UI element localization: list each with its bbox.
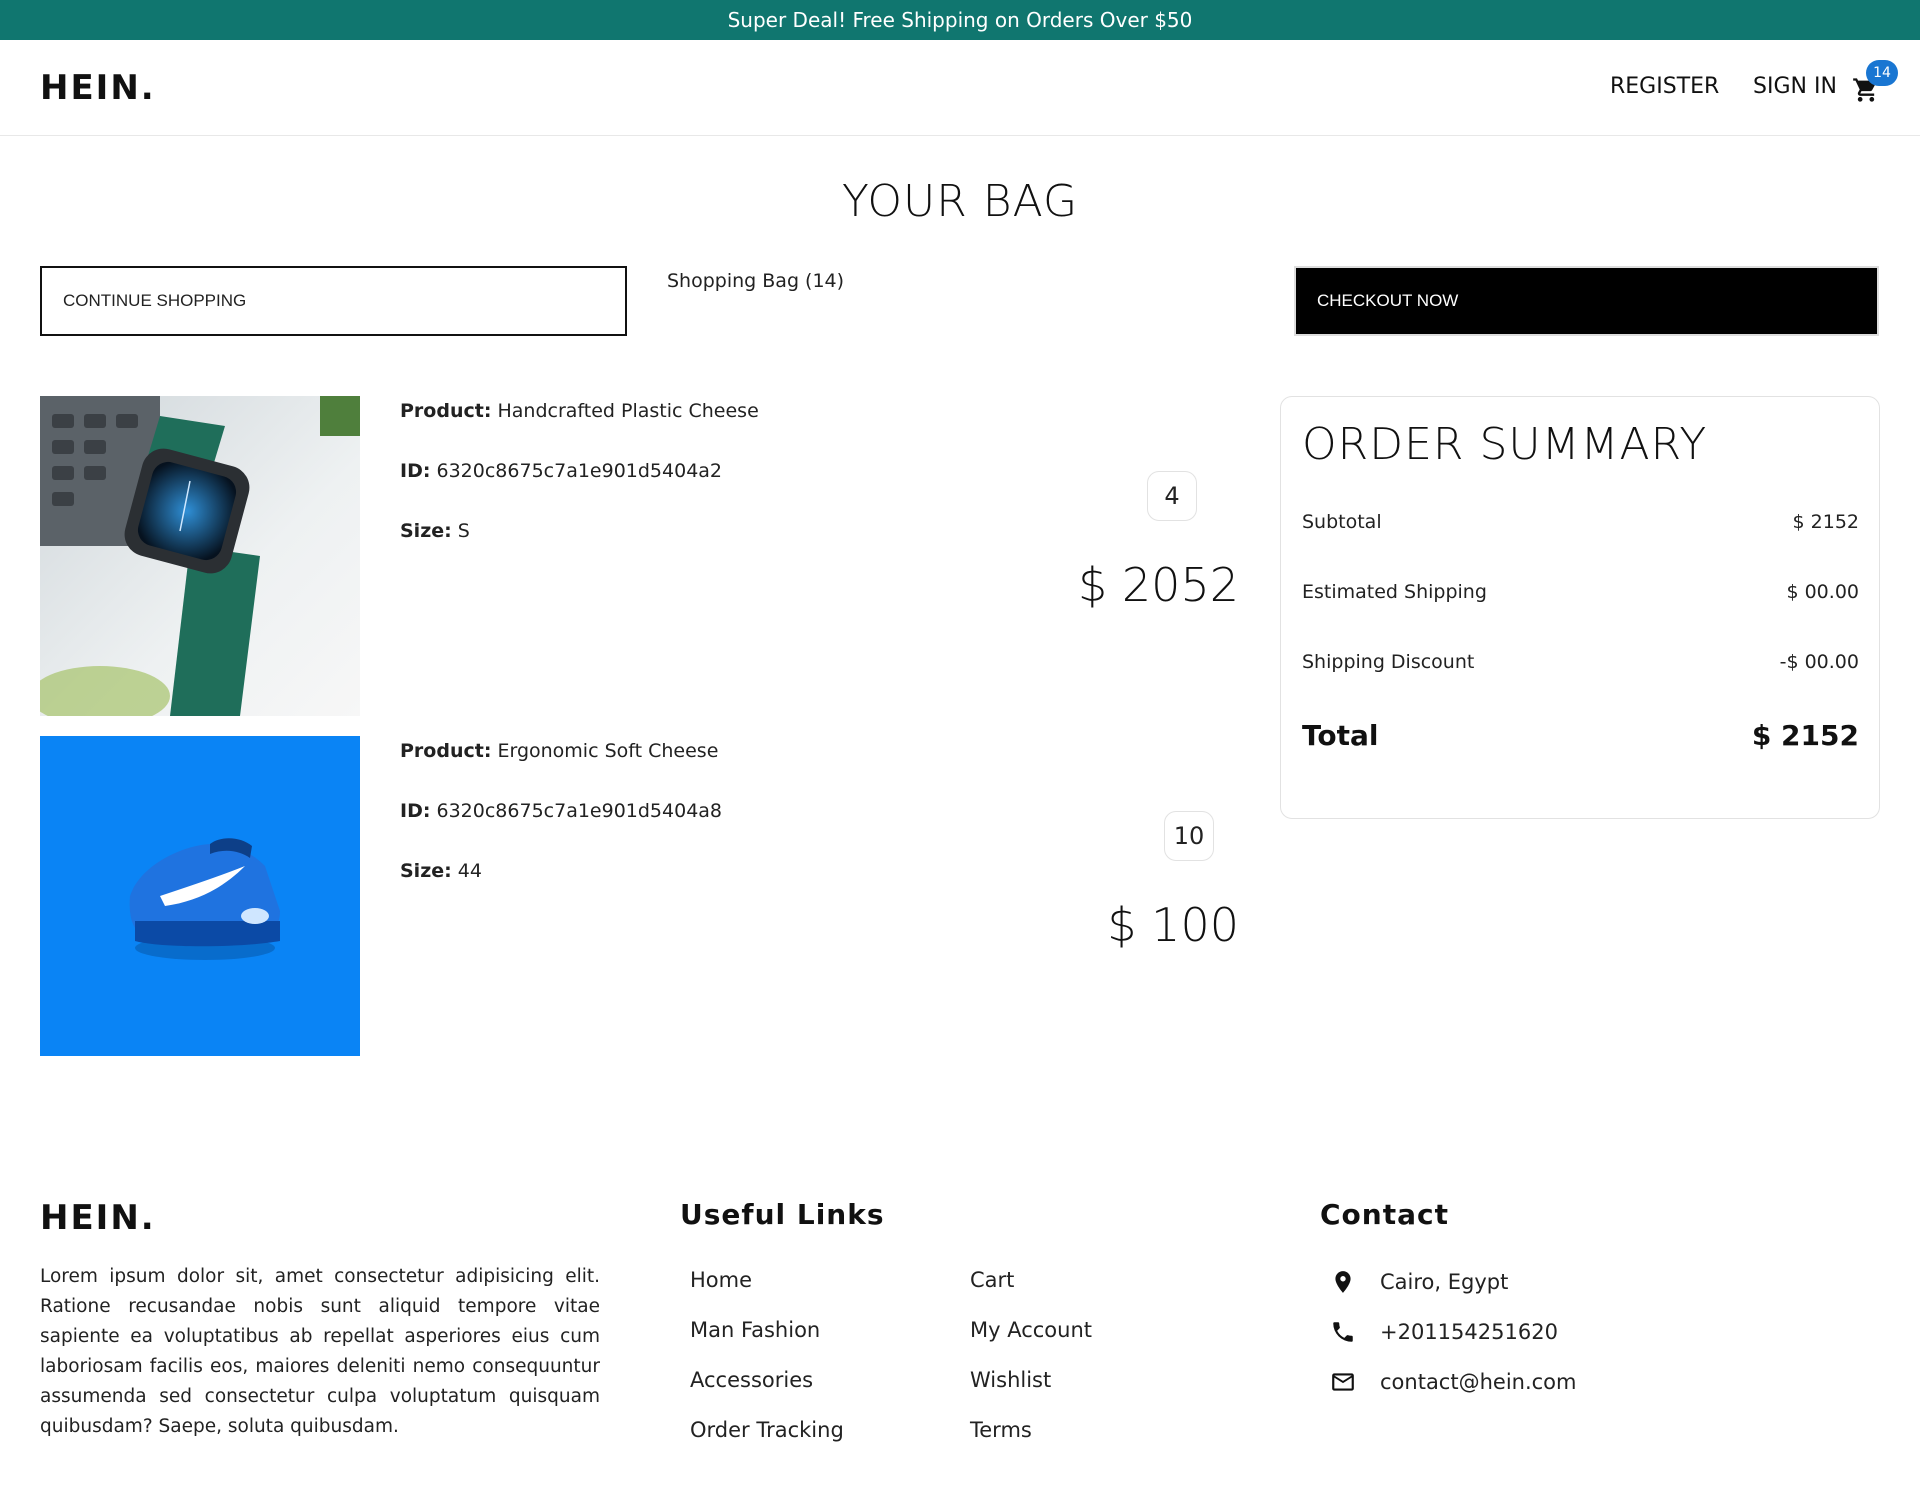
shipping-value: $ 00.00: [1786, 581, 1859, 603]
shopping-bag-count-link[interactable]: Shopping Bag (14): [667, 270, 844, 292]
contact-phone[interactable]: +201154251620: [1330, 1317, 1558, 1347]
register-link[interactable]: REGISTER: [1610, 74, 1719, 99]
summary-subtotal-row: Subtotal $ 2152: [1302, 511, 1859, 533]
product-name: Product: Ergonomic Soft Cheese: [400, 740, 719, 762]
footer-link-terms[interactable]: Terms: [970, 1418, 1032, 1442]
cart-button[interactable]: 14: [1852, 60, 1898, 104]
subtotal-value: $ 2152: [1792, 511, 1859, 533]
footer-link-home[interactable]: Home: [690, 1268, 752, 1292]
cart-item: Product: Ergonomic Soft Cheese ID: 6320c…: [40, 736, 1240, 1056]
quantity-display[interactable]: 4: [1147, 471, 1197, 521]
cart-count-badge: 14: [1866, 60, 1898, 86]
discount-label: Shipping Discount: [1302, 651, 1475, 673]
product-size: Size: 44: [400, 860, 482, 882]
continue-shopping-button[interactable]: CONTINUE SHOPPING: [40, 266, 627, 336]
page-title: YOUR BAG: [841, 176, 1079, 227]
discount-value: -$ 00.00: [1779, 651, 1859, 673]
location-pin-icon: [1335, 1271, 1351, 1293]
order-summary-title: ORDER SUMMARY: [1302, 419, 1708, 470]
contact-address: Cairo, Egypt: [1330, 1267, 1508, 1297]
footer-logo[interactable]: HEIN.: [40, 1198, 156, 1238]
order-summary: ORDER SUMMARY Subtotal $ 2152 Estimated …: [1280, 396, 1880, 819]
mail-icon: [1332, 1373, 1354, 1391]
summary-discount-row: Shipping Discount -$ 00.00: [1302, 651, 1859, 673]
announcement-bar: Super Deal! Free Shipping on Orders Over…: [0, 0, 1920, 40]
phone-icon: [1333, 1322, 1353, 1342]
total-label: Total: [1302, 719, 1379, 752]
contact-email[interactable]: contact@hein.com: [1330, 1367, 1577, 1397]
contact-title: Contact: [1320, 1198, 1449, 1231]
footer-link-order-tracking[interactable]: Order Tracking: [690, 1418, 844, 1442]
footer-link-accessories[interactable]: Accessories: [690, 1368, 813, 1392]
product-price: $ 2052: [1078, 558, 1239, 612]
footer-link-cart[interactable]: Cart: [970, 1268, 1014, 1292]
product-id: ID: 6320c8675c7a1e901d5404a2: [400, 460, 723, 482]
subtotal-label: Subtotal: [1302, 511, 1382, 533]
summary-shipping-row: Estimated Shipping $ 00.00: [1302, 581, 1859, 603]
total-value: $ 2152: [1751, 719, 1859, 752]
sign-in-link[interactable]: SIGN IN: [1753, 74, 1837, 99]
product-id: ID: 6320c8675c7a1e901d5404a8: [400, 800, 723, 822]
footer-link-man-fashion[interactable]: Man Fashion: [690, 1318, 820, 1342]
product-size: Size: S: [400, 520, 470, 542]
product-image-sneaker[interactable]: [40, 736, 360, 1056]
navbar: HEIN. REGISTER SIGN IN 14: [0, 40, 1920, 136]
footer-link-my-account[interactable]: My Account: [970, 1318, 1092, 1342]
shipping-label: Estimated Shipping: [1302, 581, 1487, 603]
quantity-display[interactable]: 10: [1164, 811, 1214, 861]
footer-link-wishlist[interactable]: Wishlist: [970, 1368, 1051, 1392]
product-price: $ 100: [1107, 898, 1239, 952]
cart-item: Product: Handcrafted Plastic Cheese ID: …: [40, 396, 1240, 716]
product-name: Product: Handcrafted Plastic Cheese: [400, 400, 759, 422]
checkout-now-button[interactable]: CHECKOUT NOW: [1294, 266, 1879, 336]
summary-total-row: Total $ 2152: [1302, 719, 1859, 752]
product-image-watch[interactable]: [40, 396, 360, 716]
logo[interactable]: HEIN.: [40, 68, 156, 108]
footer-description: Lorem ipsum dolor sit, amet consectetur …: [40, 1266, 600, 1437]
useful-links-title: Useful Links: [680, 1198, 885, 1231]
